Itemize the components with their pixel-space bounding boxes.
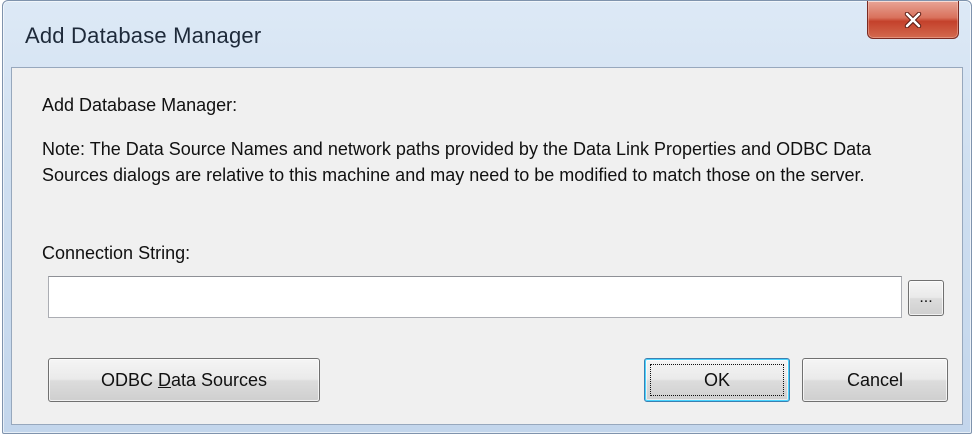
odbc-label-prefix: ODBC	[100, 370, 158, 390]
window-title: Add Database Manager	[25, 23, 262, 48]
close-button[interactable]	[867, 1, 959, 39]
browse-button[interactable]: ...	[908, 280, 944, 316]
ok-button[interactable]: OK	[644, 358, 790, 402]
title-bar[interactable]: Add Database Manager	[3, 1, 971, 67]
ok-label: OK	[703, 370, 730, 390]
dialog-body: Add Database Manager: Note: The Data Sou…	[11, 67, 963, 425]
cancel-button[interactable]: Cancel	[802, 358, 948, 402]
close-icon	[904, 11, 922, 28]
dialog-heading: Add Database Manager:	[42, 95, 238, 115]
note-text: Note: The Data Source Names and network …	[42, 139, 872, 185]
dialog-window: Add Database Manager Add Database Manage…	[2, 0, 972, 434]
odbc-data-sources-label: ODBC Data Sources	[101, 370, 267, 390]
odbc-data-sources-button[interactable]: ODBC Data Sources	[48, 358, 320, 402]
odbc-label-mnemonic: D	[157, 370, 171, 390]
connection-string-label: Connection String:	[42, 243, 191, 263]
odbc-label-suffix: ata Sources	[170, 370, 268, 390]
connection-string-input[interactable]	[48, 276, 902, 318]
